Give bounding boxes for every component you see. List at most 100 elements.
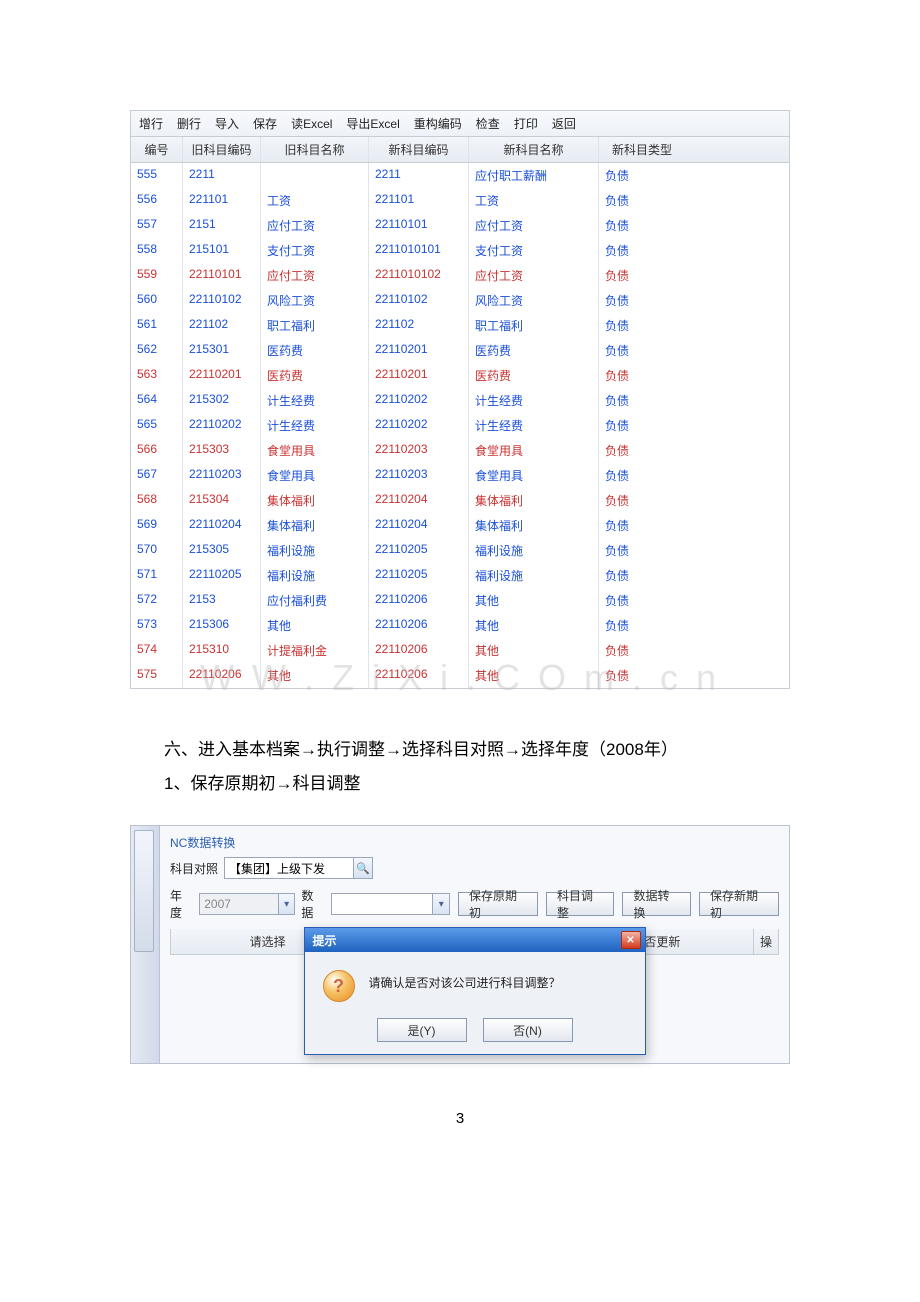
cell: 支付工资: [469, 238, 599, 263]
nc-panel: NC数据转换 科目对照 【集团】上级下发 🔍 年度 2007 ▾ 数据 ▾ 保存…: [160, 825, 790, 1064]
table-row[interactable]: 57522110206其他22110206其他负债: [131, 663, 789, 688]
cell: 215101: [183, 238, 261, 263]
cell: 负债: [599, 388, 685, 413]
cell: 22110202: [369, 413, 469, 438]
table-row[interactable]: 564215302计生经费22110202计生经费负债: [131, 388, 789, 413]
btn-adjust[interactable]: 科目调整: [546, 892, 614, 916]
btn-print[interactable]: 打印: [514, 115, 538, 132]
table-row[interactable]: 5572151应付工资22110101应付工资负债: [131, 213, 789, 238]
cell: 应付职工薪酬: [469, 163, 599, 188]
col-id: 编号: [131, 137, 183, 162]
chevron-down-icon[interactable]: ▾: [278, 893, 295, 915]
cell: [261, 163, 369, 188]
cell: 负债: [599, 588, 685, 613]
table-row[interactable]: 573215306其他22110206其他负债: [131, 613, 789, 638]
table-row[interactable]: 574215310计提福利金22110206其他负债: [131, 638, 789, 663]
cell: 574: [131, 638, 183, 663]
table-row[interactable]: 56022110102风险工资22110102风险工资负债: [131, 288, 789, 313]
dialog-title: 提示: [313, 932, 337, 949]
btn-read-excel[interactable]: 读Excel: [291, 115, 332, 132]
table-row[interactable]: 5722153应付福利费22110206其他负债: [131, 588, 789, 613]
cell: 2211: [183, 163, 261, 188]
input-data[interactable]: [331, 893, 434, 915]
table-row[interactable]: 570215305福利设施22110205福利设施负债: [131, 538, 789, 563]
cell: 22110202: [369, 388, 469, 413]
btn-no[interactable]: 否(N): [483, 1018, 573, 1042]
cell: 负债: [599, 613, 685, 638]
cell: 221102: [183, 313, 261, 338]
cell: 215304: [183, 488, 261, 513]
cell: 2153: [183, 588, 261, 613]
btn-save-old[interactable]: 保存原期初: [458, 892, 538, 916]
cell: 食堂用具: [469, 463, 599, 488]
input-year[interactable]: 2007: [199, 893, 279, 915]
chevron-down-icon[interactable]: ▾: [432, 893, 449, 915]
cell: 559: [131, 263, 183, 288]
table-row[interactable]: 55522112211应付职工薪酬负债: [131, 163, 789, 188]
cell: 负债: [599, 563, 685, 588]
table-row[interactable]: 56722110203食堂用具22110203食堂用具负债: [131, 463, 789, 488]
table-row[interactable]: 566215303食堂用具22110203食堂用具负债: [131, 438, 789, 463]
btn-del-row[interactable]: 删行: [177, 115, 201, 132]
table-row[interactable]: 562215301医药费22110201医药费负债: [131, 338, 789, 363]
table-row[interactable]: 568215304集体福利22110204集体福利负债: [131, 488, 789, 513]
table-row[interactable]: 561221102职工福利221102职工福利负债: [131, 313, 789, 338]
cell: 215301: [183, 338, 261, 363]
input-map[interactable]: 【集团】上级下发: [224, 857, 354, 879]
btn-return[interactable]: 返回: [552, 115, 576, 132]
search-icon[interactable]: 🔍: [353, 857, 373, 879]
cell: 22110102: [183, 288, 261, 313]
btn-export-excel[interactable]: 导出Excel: [346, 115, 399, 132]
table-row[interactable]: 56522110202计生经费22110202计生经费负债: [131, 413, 789, 438]
cell: 22110205: [183, 563, 261, 588]
btn-save-new[interactable]: 保存新期初: [699, 892, 779, 916]
cell: 负债: [599, 188, 685, 213]
cell: 应付工资: [261, 213, 369, 238]
cell: 负债: [599, 663, 685, 688]
cell: 工资: [469, 188, 599, 213]
btn-check[interactable]: 检查: [476, 115, 500, 132]
cell: 22110203: [369, 438, 469, 463]
col-old-name: 旧科目名称: [261, 137, 369, 162]
btn-import[interactable]: 导入: [215, 115, 239, 132]
cell: 集体福利: [261, 488, 369, 513]
cell: 负债: [599, 213, 685, 238]
cell: 560: [131, 288, 183, 313]
cell: 221101: [369, 188, 469, 213]
btn-save[interactable]: 保存: [253, 115, 277, 132]
cell: 215306: [183, 613, 261, 638]
table-row[interactable]: 558215101支付工资2211010101支付工资负债: [131, 238, 789, 263]
cell: 22110205: [369, 538, 469, 563]
table-row[interactable]: 55922110101应付工资2211010102应付工资负债: [131, 263, 789, 288]
cell: 职工福利: [469, 313, 599, 338]
cell: 负债: [599, 638, 685, 663]
cell: 215302: [183, 388, 261, 413]
btn-convert[interactable]: 数据转换: [622, 892, 690, 916]
cell: 负债: [599, 513, 685, 538]
cell: 2211010101: [369, 238, 469, 263]
cell: 566: [131, 438, 183, 463]
btn-yes[interactable]: 是(Y): [377, 1018, 467, 1042]
cell: 食堂用具: [469, 438, 599, 463]
scrollbar[interactable]: [130, 825, 160, 1064]
table-row[interactable]: 56322110201医药费22110201医药费负债: [131, 363, 789, 388]
close-icon[interactable]: ✕: [621, 931, 641, 949]
cell: 22110204: [369, 513, 469, 538]
cell: 561: [131, 313, 183, 338]
table-row[interactable]: 56922110204集体福利22110204集体福利负债: [131, 513, 789, 538]
list-col-op: 操: [754, 929, 778, 954]
cell: 负债: [599, 488, 685, 513]
cell: 22110206: [369, 663, 469, 688]
table-row[interactable]: 57122110205福利设施22110205福利设施负债: [131, 563, 789, 588]
cell: 22110206: [369, 613, 469, 638]
dialog-message: 请确认是否对该公司进行科目调整？: [369, 970, 561, 991]
table-row[interactable]: 556221101工资221101工资负债: [131, 188, 789, 213]
btn-add-row[interactable]: 增行: [139, 115, 163, 132]
cell: 食堂用具: [261, 438, 369, 463]
btn-rebuild-code[interactable]: 重构编码: [414, 115, 462, 132]
cell: 工资: [261, 188, 369, 213]
cell: 215303: [183, 438, 261, 463]
cell: 福利设施: [261, 563, 369, 588]
scroll-thumb[interactable]: [134, 830, 154, 952]
cell: 负债: [599, 238, 685, 263]
